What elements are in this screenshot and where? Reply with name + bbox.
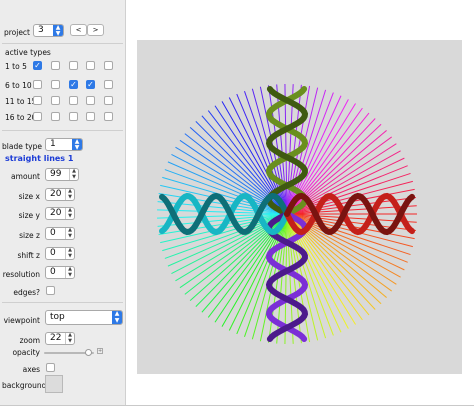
size-x-value: 20	[50, 189, 62, 199]
up-down-arrows-icon[interactable]: ▲ ▼	[69, 168, 78, 180]
size-y-value: 20	[50, 208, 62, 218]
type-checkbox[interactable]	[86, 96, 95, 105]
type-checkbox[interactable]	[33, 112, 42, 121]
plot-background	[137, 40, 462, 374]
size-z-field[interactable]: 0 ▲ ▼	[45, 227, 75, 240]
zoom-field[interactable]: 22 ▲ ▼	[45, 332, 75, 345]
edges-label: edges?	[13, 288, 40, 297]
size-y-label: size y	[18, 211, 40, 220]
shift-z-value: 0	[50, 248, 56, 258]
type-checkbox[interactable]	[51, 80, 60, 89]
background-label: background	[2, 381, 47, 390]
axes-checkbox[interactable]	[46, 363, 55, 372]
size-y-field[interactable]: 20 ▲ ▼	[45, 207, 75, 220]
type-checkbox[interactable]	[51, 96, 60, 105]
amount-value: 99	[50, 169, 62, 179]
type-checkbox[interactable]	[51, 112, 60, 121]
type-checkbox[interactable]	[33, 96, 42, 105]
blade-type-value: 1	[50, 139, 56, 149]
type-row-label: 6 to 10	[5, 81, 32, 90]
amount-field[interactable]: 99 ▲ ▼	[45, 168, 79, 181]
type-checkbox[interactable]	[104, 80, 113, 89]
separator	[2, 43, 123, 44]
viewpoint-label: viewpoint	[3, 316, 40, 325]
opacity-label: opacity	[12, 348, 40, 357]
amount-label: amount	[11, 172, 40, 181]
size-z-value: 0	[50, 228, 56, 238]
project-select[interactable]: 3 ▲ ▼	[33, 24, 64, 37]
type-checkbox[interactable]: ✓	[86, 80, 95, 89]
type-checkbox[interactable]	[86, 61, 95, 70]
project-label: project	[3, 28, 30, 37]
blade-type-select[interactable]: 1 ▲ ▼	[45, 138, 83, 151]
shift-z-label: shift z	[17, 251, 40, 260]
up-down-arrows-icon: ▲ ▼	[112, 310, 122, 324]
up-down-arrows-icon[interactable]: ▲ ▼	[65, 188, 74, 200]
type-row-label: 1 to 5	[5, 62, 27, 71]
size-z-label: size z	[19, 231, 40, 240]
type-checkbox[interactable]	[86, 112, 95, 121]
project-value: 3	[38, 25, 44, 35]
type-checkbox[interactable]	[69, 112, 78, 121]
background-color-swatch[interactable]	[45, 375, 63, 393]
opacity-slider-thumb[interactable]	[85, 349, 92, 356]
up-down-arrows-icon[interactable]: ▲ ▼	[65, 266, 74, 278]
type-checkbox[interactable]	[104, 61, 113, 70]
blade-plot[interactable]	[137, 40, 462, 374]
up-down-arrows-icon[interactable]: ▲ ▼	[65, 247, 74, 259]
zoom-label: zoom	[19, 336, 40, 345]
viewpoint-value: top	[50, 312, 65, 322]
type-checkbox[interactable]	[69, 96, 78, 105]
control-panel: project 3 ▲ ▼ < > active types 1 to 5 6 t…	[0, 0, 126, 405]
edges-checkbox[interactable]	[46, 286, 55, 295]
project-next-button[interactable]: >	[87, 24, 104, 36]
up-down-arrows-icon: ▲ ▼	[72, 139, 82, 150]
type-checkbox[interactable]	[69, 61, 78, 70]
zoom-value: 22	[50, 333, 62, 343]
separator	[2, 130, 123, 131]
up-down-arrows-icon: ▲ ▼	[53, 25, 63, 36]
blade-type-name: straight lines 1	[5, 154, 74, 163]
type-checkbox[interactable]	[33, 80, 42, 89]
up-down-arrows-icon[interactable]: ▲ ▼	[65, 332, 74, 344]
up-down-arrows-icon[interactable]: ▲ ▼	[65, 227, 74, 239]
type-checkbox[interactable]	[104, 112, 113, 121]
shift-z-field[interactable]: 0 ▲ ▼	[45, 247, 75, 260]
type-checkbox[interactable]	[104, 96, 113, 105]
up-down-arrows-icon[interactable]: ▲ ▼	[65, 207, 74, 219]
axes-label: axes	[22, 365, 40, 374]
project-prev-button[interactable]: <	[70, 24, 87, 36]
viewpoint-select[interactable]: top ▲ ▼	[45, 310, 123, 325]
type-checkbox[interactable]: ✓	[33, 61, 42, 70]
separator	[2, 302, 123, 303]
size-x-label: size x	[18, 192, 40, 201]
resolution-field[interactable]: 0 ▲ ▼	[45, 266, 75, 279]
active-types-label: active types	[5, 48, 51, 57]
type-row-label: 16 to 20	[5, 113, 37, 122]
type-checkbox[interactable]: ✓	[69, 80, 78, 89]
blade-type-label: blade type	[2, 142, 42, 151]
plus-icon[interactable]: +	[97, 348, 103, 354]
resolution-label: resolution	[2, 270, 40, 279]
resolution-value: 0	[50, 267, 56, 277]
size-x-field[interactable]: 20 ▲ ▼	[45, 188, 75, 201]
helix-ribbon	[159, 192, 290, 236]
type-checkbox[interactable]	[51, 61, 60, 70]
type-row-label: 11 to 15	[5, 97, 37, 106]
